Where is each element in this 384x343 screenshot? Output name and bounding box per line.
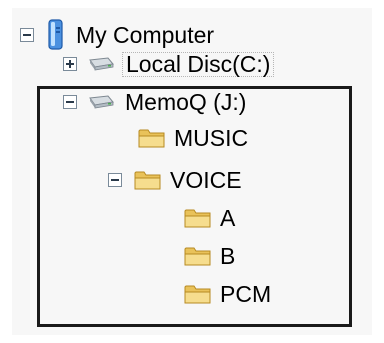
expand-icon[interactable] <box>63 57 77 71</box>
tree-item-local-disc[interactable]: Local Disc(C:) <box>63 44 275 84</box>
tree-item-label: Local Disc(C:) <box>122 51 275 77</box>
drive-icon <box>86 56 114 72</box>
collapse-icon[interactable] <box>20 28 34 42</box>
highlight-frame <box>37 86 352 327</box>
